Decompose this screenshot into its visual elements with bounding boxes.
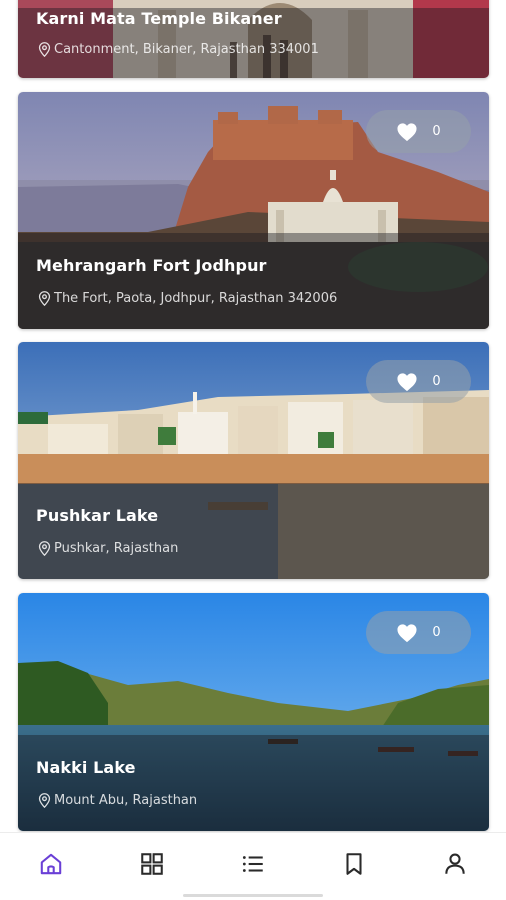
place-title: Karni Mata Temple Bikaner [36,9,282,28]
place-title: Nakki Lake [36,758,136,777]
location-pin-icon [38,42,51,58]
bottom-nav [0,832,506,900]
nav-list[interactable] [229,840,277,888]
heart-icon [397,623,417,642]
like-button[interactable]: 0 [366,611,471,654]
home-icon [40,853,61,874]
heart-icon [397,122,417,141]
place-location-text: The Fort, Paota, Jodhpur, Rajasthan 3420… [54,291,338,306]
card-caption [18,233,489,329]
place-card[interactable]: 0 Nakki Lake Mount Abu, Rajasthan [18,593,489,831]
place-location: Pushkar, Rajasthan [36,540,178,557]
place-card[interactable]: Karni Mata Temple Bikaner Cantonment, Bi… [18,0,489,78]
place-location: Cantonment, Bikaner, Rajasthan 334001 [36,41,319,58]
place-location: The Fort, Paota, Jodhpur, Rajasthan 3420… [36,290,337,307]
location-pin-icon [38,541,51,557]
card-caption [18,735,489,831]
grid-icon [141,852,163,875]
gesture-home-bar[interactable] [183,894,323,897]
place-card[interactable]: 0 Mehrangarh Fort Jodhpur The Fort, Paot… [18,92,489,329]
nav-home[interactable] [27,840,75,888]
location-pin-icon [38,793,51,809]
list-icon [242,855,263,872]
place-title: Mehrangarh Fort Jodhpur [36,256,267,275]
place-card[interactable]: 0 Pushkar Lake Pushkar, Rajasthan [18,342,489,579]
place-location-text: Pushkar, Rajasthan [54,541,179,556]
bookmark-icon [346,852,362,875]
place-location-text: Cantonment, Bikaner, Rajasthan 334001 [54,42,319,57]
location-pin-icon [38,291,51,307]
nav-bookmarks[interactable] [330,840,378,888]
place-location: Mount Abu, Rajasthan [36,792,197,809]
nav-profile[interactable] [431,840,479,888]
heart-icon [397,372,417,391]
place-title: Pushkar Lake [36,506,159,525]
place-location-text: Mount Abu, Rajasthan [54,793,198,808]
like-button[interactable]: 0 [366,360,471,403]
app-screen: Karni Mata Temple Bikaner Cantonment, Bi… [0,0,506,900]
like-count: 0 [432,625,441,640]
like-count: 0 [432,374,441,389]
like-count: 0 [432,124,441,139]
profile-icon [445,853,466,874]
nav-categories[interactable] [128,840,176,888]
like-button[interactable]: 0 [366,110,471,153]
card-caption [18,483,489,579]
